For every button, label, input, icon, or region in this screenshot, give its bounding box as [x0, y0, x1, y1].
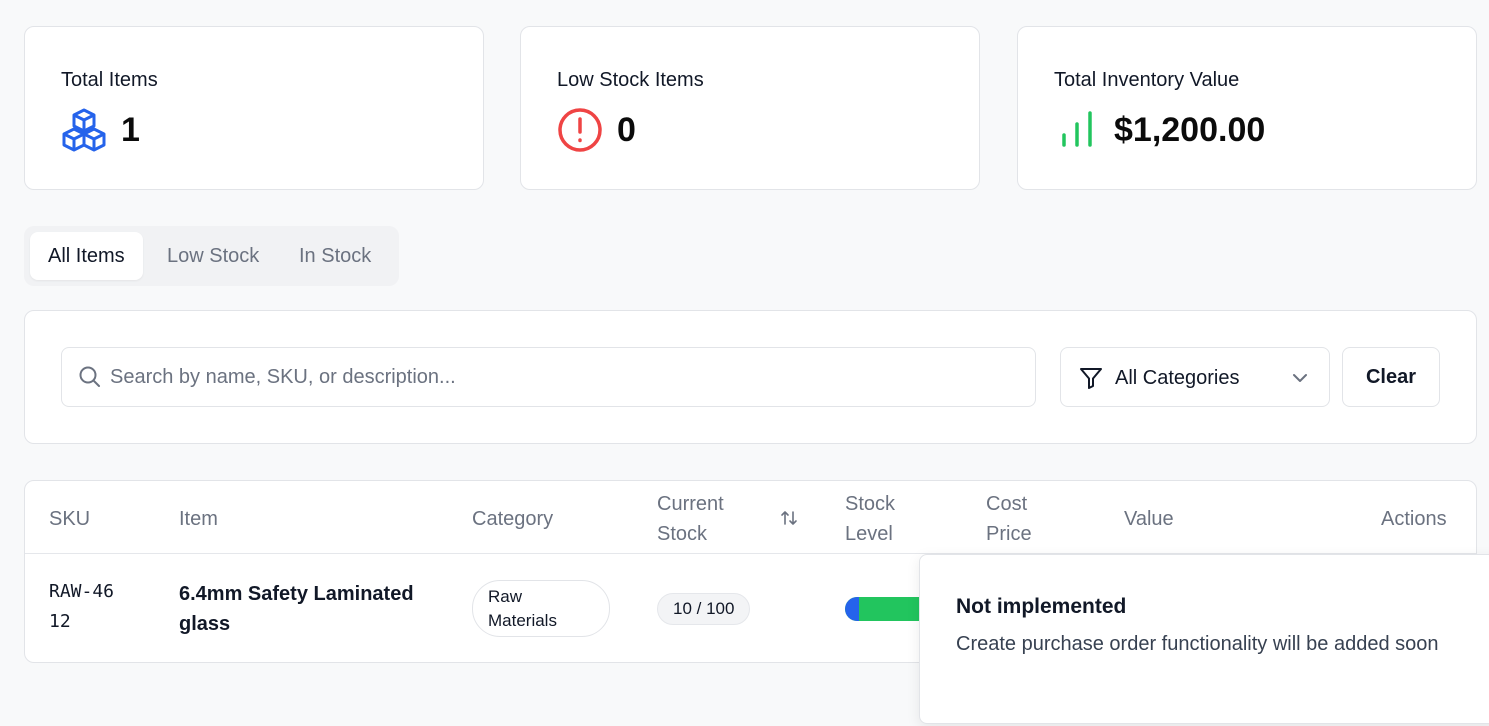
tab-in-stock[interactable]: In Stock: [281, 232, 389, 280]
column-header-cost-price[interactable]: Cost Price: [986, 489, 1046, 549]
tab-list: All Items Low Stock In Stock: [24, 226, 399, 286]
sort-icon[interactable]: [780, 509, 798, 532]
tab-all-items[interactable]: All Items: [30, 232, 143, 280]
cubes-icon: [61, 107, 107, 153]
column-header-current-stock[interactable]: Current Stock: [657, 489, 747, 549]
alert-circle-icon: [557, 107, 603, 153]
stat-value: $1,200.00: [1114, 110, 1266, 149]
sku-cell: RAW-4612: [49, 581, 115, 632]
stat-value: 0: [617, 110, 636, 149]
category-badge: Raw Materials: [472, 580, 610, 637]
category-select[interactable]: All Categories: [1060, 347, 1330, 407]
toast-title: Not implemented: [956, 595, 1127, 618]
column-header-sku[interactable]: SKU: [49, 504, 90, 534]
stat-title: Total Items: [61, 69, 158, 91]
stat-value: 1: [121, 110, 140, 149]
stat-title: Low Stock Items: [557, 69, 704, 91]
search-box: [61, 347, 1036, 407]
toast-description: Create purchase order functionality will…: [956, 633, 1439, 655]
toast-notification: Not implemented Create purchase order fu…: [919, 554, 1489, 724]
column-header-stock-level[interactable]: Stock Level: [845, 489, 915, 549]
stat-title: Total Inventory Value: [1054, 69, 1240, 91]
category-select-value: All Categories: [1115, 367, 1240, 389]
stat-card-low-stock: Low Stock Items 0: [520, 26, 980, 190]
column-header-category[interactable]: Category: [472, 504, 553, 534]
bar-chart-icon: [1054, 107, 1100, 153]
search-icon: [79, 366, 100, 387]
filter-bar: All Categories Clear: [24, 310, 1477, 444]
filter-icon: [1080, 368, 1102, 389]
item-name-cell: 6.4mm Safety Laminated glass: [179, 583, 414, 635]
clear-button[interactable]: Clear: [1342, 347, 1440, 407]
chevron-down-icon: [1293, 374, 1307, 382]
stat-card-total-items: Total Items 1: [24, 26, 484, 190]
tab-low-stock[interactable]: Low Stock: [149, 232, 277, 280]
stat-card-inventory-value: Total Inventory Value $1,200.00: [1017, 26, 1477, 190]
current-stock-badge: 10 / 100: [657, 593, 751, 625]
search-input[interactable]: [110, 348, 1010, 406]
column-header-actions: Actions: [1381, 508, 1447, 530]
column-header-value[interactable]: Value: [1124, 504, 1174, 534]
column-header-item[interactable]: Item: [179, 504, 218, 534]
